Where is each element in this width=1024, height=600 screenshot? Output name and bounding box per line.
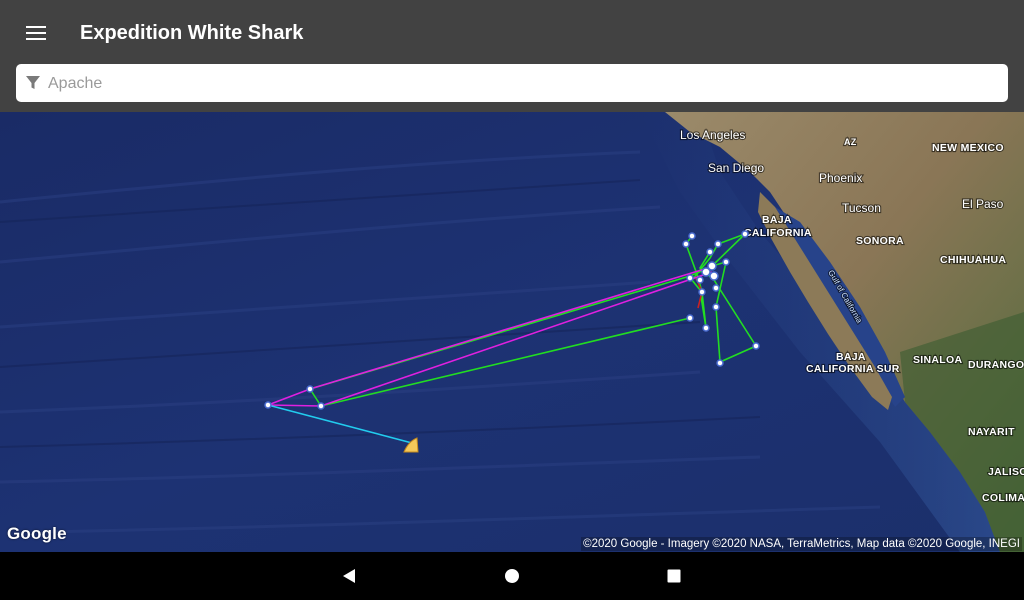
track-point[interactable] <box>712 303 720 311</box>
track-point[interactable] <box>741 230 749 238</box>
label-san-diego: San Diego <box>708 161 764 175</box>
track-point[interactable] <box>709 271 719 281</box>
track-point[interactable] <box>686 274 694 282</box>
recents-button[interactable] <box>658 560 690 592</box>
back-triangle-icon <box>343 569 355 583</box>
track-point[interactable] <box>682 240 690 248</box>
recents-square-icon <box>667 569 681 583</box>
system-navigation-bar <box>0 552 1024 600</box>
track-point[interactable] <box>306 385 314 393</box>
track-point[interactable] <box>696 276 704 284</box>
label-chihuahua: CHIHUAHUA <box>940 254 1006 266</box>
label-nayarit: NAYARIT <box>968 426 1015 438</box>
satellite-map[interactable]: Los Angeles AZ NEW MEXICO San Diego Phoe… <box>0 112 1024 552</box>
search-input[interactable] <box>46 64 1000 104</box>
label-el-paso: El Paso <box>962 197 1004 211</box>
home-button[interactable] <box>496 560 528 592</box>
track-point[interactable] <box>698 288 706 296</box>
label-sonora: SONORA <box>856 235 904 247</box>
map-canvas[interactable]: Los Angeles AZ NEW MEXICO San Diego Phoe… <box>0 112 1024 552</box>
label-phoenix: Phoenix <box>819 171 862 185</box>
track-point[interactable] <box>714 240 722 248</box>
search-bar[interactable] <box>16 64 1008 104</box>
track-point[interactable] <box>317 402 325 410</box>
label-baja-california-sur-2: CALIFORNIA SUR <box>806 363 900 375</box>
label-durango: DURANGO <box>968 359 1024 371</box>
label-baja-california-sur-1: BAJA <box>836 351 866 363</box>
app-title: Expedition White Shark <box>80 22 304 44</box>
home-circle-icon <box>505 569 519 583</box>
track-point[interactable] <box>688 232 696 240</box>
map-attribution[interactable]: ©2020 Google - Imagery ©2020 NASA, Terra… <box>581 537 1022 551</box>
label-los-angeles: Los Angeles <box>680 128 745 142</box>
label-new-mexico: NEW MEXICO <box>932 142 1004 154</box>
track-point[interactable] <box>706 248 714 256</box>
hamburger-menu-icon <box>26 26 46 40</box>
label-sinaloa: SINALOA <box>913 354 962 366</box>
back-button[interactable] <box>333 560 365 592</box>
track-point[interactable] <box>701 267 711 277</box>
track-point[interactable] <box>752 342 760 350</box>
track-point[interactable] <box>712 284 720 292</box>
label-tucson: Tucson <box>842 201 881 215</box>
google-logo: Google <box>7 524 67 543</box>
filter-icon <box>26 76 40 89</box>
label-colima: COLIMA <box>982 492 1024 504</box>
app-root: Expedition White Shark Apache Los Angele… <box>0 0 1024 600</box>
track-point[interactable] <box>264 401 272 409</box>
track-point[interactable] <box>722 258 730 266</box>
label-jalisco: JALISC <box>988 466 1024 478</box>
track-point[interactable] <box>686 314 694 322</box>
track-point[interactable] <box>702 324 710 332</box>
label-baja-california-2: CALIFORNIA <box>744 227 812 239</box>
track-point[interactable] <box>716 359 724 367</box>
app-toolbar: Expedition White Shark <box>0 0 1024 112</box>
label-baja-california-1: BAJA <box>762 214 792 226</box>
menu-button[interactable] <box>14 11 58 55</box>
label-az: AZ <box>844 137 857 147</box>
